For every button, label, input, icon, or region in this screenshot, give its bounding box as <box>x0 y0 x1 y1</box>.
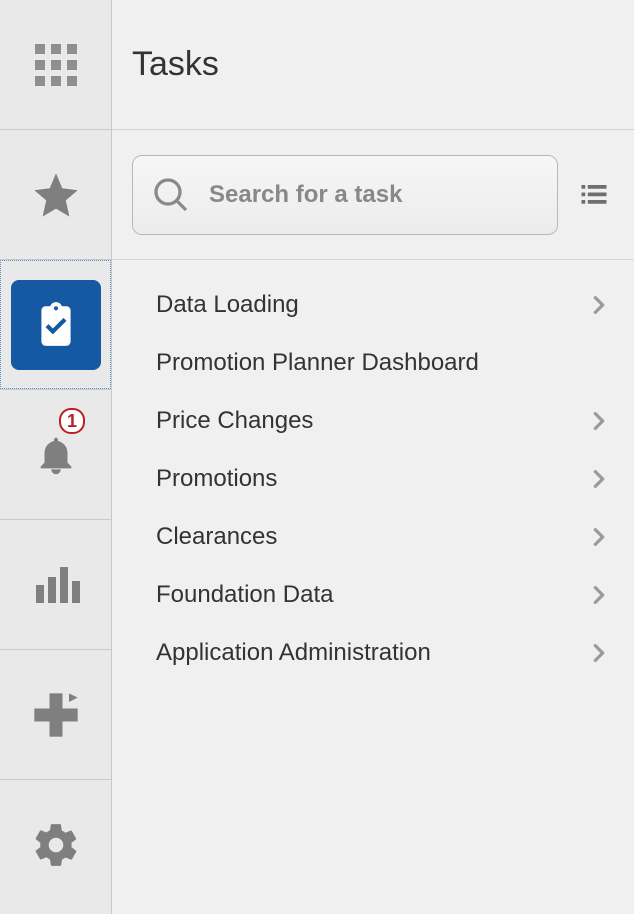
panel-header: Tasks <box>112 0 634 130</box>
task-item-data-loading[interactable]: Data Loading <box>112 276 634 334</box>
task-item-promotions[interactable]: Promotions <box>112 450 634 508</box>
search-box[interactable] <box>132 155 558 235</box>
task-label: Clearances <box>156 523 588 551</box>
task-item-price-changes[interactable]: Price Changes <box>112 392 634 450</box>
search-input[interactable] <box>209 181 537 209</box>
list-icon <box>579 180 609 210</box>
task-label: Promotion Planner Dashboard <box>156 349 610 377</box>
left-rail: 1 <box>0 0 112 914</box>
task-label: Price Changes <box>156 407 588 435</box>
rail-item-grid[interactable] <box>0 0 111 130</box>
rail-item-settings[interactable] <box>0 780 111 910</box>
plus-icon <box>30 689 82 741</box>
chevron-right-icon <box>588 410 610 432</box>
task-item-application-administration[interactable]: Application Administration <box>112 624 634 682</box>
main-panel: Tasks Data Loading Promotion Planner <box>112 0 634 914</box>
chevron-right-icon <box>588 642 610 664</box>
star-icon <box>30 169 82 221</box>
task-item-clearances[interactable]: Clearances <box>112 508 634 566</box>
rail-item-create[interactable] <box>0 650 111 780</box>
rail-item-favorites[interactable] <box>0 130 111 260</box>
task-label: Application Administration <box>156 639 588 667</box>
notification-badge: 1 <box>59 408 85 434</box>
search-icon <box>153 177 189 213</box>
task-label: Data Loading <box>156 291 588 319</box>
bar-chart-icon <box>32 561 80 609</box>
gear-icon <box>31 820 81 870</box>
rail-item-tasks[interactable] <box>0 260 111 390</box>
task-item-promotion-planner-dashboard[interactable]: Promotion Planner Dashboard <box>112 334 634 392</box>
task-label: Foundation Data <box>156 581 588 609</box>
clipboard-check-icon <box>31 300 81 350</box>
grid-icon <box>33 42 79 88</box>
chevron-right-icon <box>588 468 610 490</box>
list-view-toggle[interactable] <box>574 180 614 210</box>
bell-icon <box>33 432 79 478</box>
chevron-right-icon <box>588 294 610 316</box>
rail-item-reports[interactable] <box>0 520 111 650</box>
rail-item-notifications[interactable]: 1 <box>0 390 111 520</box>
task-label: Promotions <box>156 465 588 493</box>
task-item-foundation-data[interactable]: Foundation Data <box>112 566 634 624</box>
chevron-right-icon <box>588 584 610 606</box>
chevron-right-icon <box>588 526 610 548</box>
page-title: Tasks <box>132 45 219 84</box>
task-list: Data Loading Promotion Planner Dashboard… <box>112 260 634 914</box>
search-row <box>112 130 634 260</box>
